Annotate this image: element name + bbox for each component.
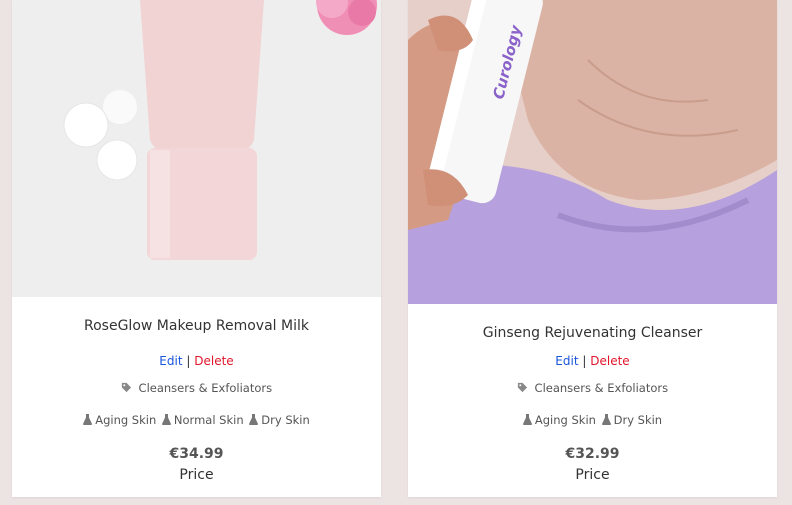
skin-type-label: Normal Skin [173, 413, 244, 427]
skin-type-label: Dry Skin [613, 413, 663, 427]
product-card: Curology Ginseng Rejuvenating Cleanser E… [408, 0, 777, 497]
flask-icon [522, 414, 532, 425]
flask-icon [161, 414, 171, 425]
skin-type[interactable]: Dry Skin [249, 413, 310, 427]
flask-icon [83, 414, 93, 425]
skin-types: Aging Skin Dry Skin [408, 413, 777, 427]
product-actions: Edit | Delete [12, 354, 381, 368]
product-actions: Edit | Delete [408, 354, 777, 368]
skin-type-label: Dry Skin [261, 413, 310, 427]
product-category: Cleansers & Exfoliators [12, 381, 381, 395]
skin-types: Aging Skin Normal Skin Dry Skin [12, 413, 381, 427]
category-label[interactable]: Cleansers & Exfoliators [139, 381, 273, 395]
product-card: RoseGlow Makeup Removal Milk Edit | Dele… [12, 0, 381, 497]
action-separator: | [582, 354, 587, 368]
product-title[interactable]: Ginseng Rejuvenating Cleanser [408, 325, 777, 341]
category-label[interactable]: Cleansers & Exfoliators [535, 381, 669, 395]
skin-type-label: Aging Skin [534, 413, 596, 427]
skin-type[interactable]: Normal Skin [161, 413, 244, 427]
delete-link[interactable]: Delete [590, 354, 629, 368]
skin-type[interactable]: Aging Skin [522, 413, 596, 427]
product-category: Cleansers & Exfoliators [408, 381, 777, 395]
product-price: €32.99 [565, 446, 620, 462]
action-separator: | [186, 354, 191, 368]
skin-type[interactable]: Aging Skin [83, 413, 156, 427]
skin-type[interactable]: Dry Skin [601, 413, 663, 427]
product-image[interactable]: Curology [408, 0, 777, 304]
price-label: Price [179, 467, 214, 483]
price-label: Price [575, 467, 610, 483]
flask-icon [249, 414, 259, 425]
tag-icon [121, 382, 131, 393]
edit-link[interactable]: Edit [159, 354, 182, 368]
delete-link[interactable]: Delete [194, 354, 233, 368]
flask-icon [601, 414, 611, 425]
product-title[interactable]: RoseGlow Makeup Removal Milk [12, 318, 381, 334]
product-image[interactable] [12, 0, 381, 297]
skin-type-label: Aging Skin [95, 413, 157, 427]
tag-icon [517, 382, 527, 393]
product-price: €34.99 [169, 446, 224, 462]
edit-link[interactable]: Edit [555, 354, 578, 368]
